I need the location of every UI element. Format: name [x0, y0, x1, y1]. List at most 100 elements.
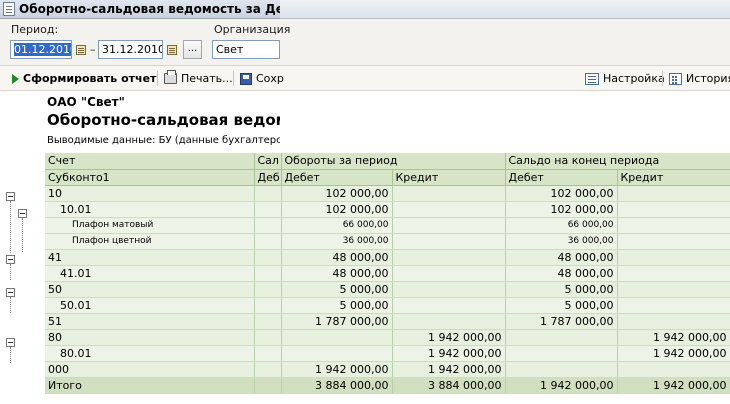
collapse-toggle[interactable]	[6, 255, 15, 264]
debit-cell: 102 000,00	[281, 185, 393, 202]
credit-cell	[392, 233, 506, 250]
parameters-panel: Период: 01.12.2010 – 31.12.2010 ... Орга…	[0, 19, 730, 66]
account-cell: 41	[45, 249, 255, 266]
end-credit-cell	[617, 281, 730, 298]
table-row[interactable]: 80.01 1 942 000,00 1 942 000,00	[45, 345, 730, 362]
tree-line	[10, 201, 11, 253]
saldo-start-cell	[254, 265, 282, 282]
credit-cell: 1 942 000,00	[392, 329, 506, 346]
header-subkonto: Субконто1	[45, 169, 255, 186]
date-to-field[interactable]: 31.12.2010	[98, 40, 163, 59]
end-credit-cell: 1 942 000,00	[617, 329, 730, 346]
saldo-start-cell	[254, 201, 282, 218]
credit-cell	[392, 201, 506, 218]
saldo-start-cell	[254, 313, 282, 330]
print-button[interactable]: Печать...	[164, 70, 233, 87]
table-row[interactable]: 000 1 942 000,00 1 942 000,00	[45, 361, 730, 378]
calendar-icon	[166, 44, 177, 55]
account-cell: Итого	[45, 376, 255, 394]
table-row[interactable]: 50.01 5 000,00 5 000,00	[45, 297, 730, 314]
debit-cell: 102 000,00	[281, 201, 393, 218]
organization-label: Организация	[214, 23, 291, 36]
account-cell: 10	[45, 185, 255, 202]
table-row[interactable]: 10.01 102 000,00 102 000,00	[45, 201, 730, 218]
end-debit-cell: 36 000,00	[505, 233, 618, 250]
credit-cell	[392, 249, 506, 266]
generate-report-button[interactable]: Сформировать отчет	[12, 70, 156, 87]
floppy-disk-icon	[240, 72, 252, 85]
report-title: Оборотно-сальдовая ведомос	[47, 111, 280, 129]
end-debit-cell: 1 787 000,00	[505, 313, 618, 330]
table-row[interactable]: 10 102 000,00 102 000,00	[45, 185, 730, 202]
date-to-calendar-button[interactable]	[164, 41, 179, 58]
debit-cell: 48 000,00	[281, 249, 393, 266]
end-credit-cell	[617, 217, 730, 234]
table-subheader-row: Субконто1 Деб Дебет Кредит Дебет Кредит	[45, 169, 730, 186]
table-header-row: Счет Сал Обороты за период Сальдо на кон…	[45, 153, 730, 170]
header-account: Счет	[45, 153, 255, 170]
toolbar-separator	[233, 71, 234, 86]
collapse-toggle[interactable]	[18, 209, 27, 218]
end-debit-cell: 66 000,00	[505, 217, 618, 234]
save-button[interactable]: Сохр	[240, 70, 284, 87]
end-debit-cell: 102 000,00	[505, 201, 618, 218]
toolbar-separator	[157, 71, 158, 86]
credit-cell	[392, 313, 506, 330]
table-row[interactable]: 51 1 787 000,00 1 787 000,00	[45, 313, 730, 330]
table-row[interactable]: 41 48 000,00 48 000,00	[45, 249, 730, 266]
credit-cell: 1 942 000,00	[392, 345, 506, 362]
table-row[interactable]: Плафон цветной 36 000,00 36 000,00	[45, 233, 730, 250]
table-row[interactable]: 80 1 942 000,00 1 942 000,00	[45, 329, 730, 346]
debit-cell: 1 942 000,00	[281, 361, 393, 378]
table-row[interactable]: Плафон матовый 66 000,00 66 000,00	[45, 217, 730, 234]
toolbar: Сформировать отчет Печать... Сохр Настро…	[0, 66, 730, 91]
account-cell: 51	[45, 313, 255, 330]
account-cell: 41.01	[45, 265, 255, 282]
debit-cell: 36 000,00	[281, 233, 393, 250]
history-button[interactable]: История	[669, 70, 730, 87]
saldo-start-cell	[254, 329, 282, 346]
saldo-start-cell	[254, 361, 282, 378]
total-row[interactable]: Итого 3 884 000,00 3 884 000,00 1 942 000,0…	[45, 376, 730, 394]
credit-cell: 3 884 000,00	[392, 376, 506, 394]
tree-line	[10, 297, 11, 313]
collapse-toggle[interactable]	[6, 338, 15, 347]
play-icon	[12, 73, 19, 84]
account-cell: 000	[45, 361, 255, 378]
credit-cell	[392, 281, 506, 298]
period-select-button[interactable]: ...	[183, 40, 202, 59]
end-credit-cell: 1 942 000,00	[617, 376, 730, 394]
end-credit-cell	[617, 233, 730, 250]
account-cell: 50	[45, 281, 255, 298]
collapse-toggle[interactable]	[6, 288, 15, 297]
settings-list-icon	[585, 72, 599, 85]
end-debit-cell	[505, 329, 618, 346]
debit-cell: 5 000,00	[281, 297, 393, 314]
toolbar-separator	[662, 71, 663, 86]
organization-field[interactable]: Свет	[212, 40, 280, 59]
title-bar-background	[280, 0, 730, 19]
end-debit-cell: 1 942 000,00	[505, 376, 618, 394]
end-debit-cell: 5 000,00	[505, 281, 618, 298]
saldo-start-cell	[254, 185, 282, 202]
calendar-icon	[75, 44, 86, 55]
debit-cell: 66 000,00	[281, 217, 393, 234]
date-from-calendar-button[interactable]	[73, 41, 88, 58]
end-credit-cell: 1 942 000,00	[617, 345, 730, 362]
collapse-toggle[interactable]	[6, 192, 15, 201]
header-end-debit: Дебет	[505, 169, 618, 186]
table-row[interactable]: 50 5 000,00 5 000,00	[45, 281, 730, 298]
header-saldo-start: Сал	[254, 153, 282, 170]
window-title-bar[interactable]: Оборотно-сальдовая ведомость за Декабр	[0, 0, 280, 19]
table-row[interactable]: 41.01 48 000,00 48 000,00	[45, 265, 730, 282]
tree-line	[10, 264, 11, 280]
period-label: Период:	[11, 23, 59, 36]
end-credit-cell	[617, 313, 730, 330]
header-credit: Кредит	[392, 169, 506, 186]
date-from-field[interactable]: 01.12.2010	[10, 40, 72, 59]
window-title: Оборотно-сальдовая ведомость за Декабр	[19, 2, 280, 16]
debit-cell	[281, 329, 393, 346]
saldo-start-cell	[254, 233, 282, 250]
saldo-start-cell	[254, 297, 282, 314]
settings-button[interactable]: Настройка	[585, 70, 665, 87]
